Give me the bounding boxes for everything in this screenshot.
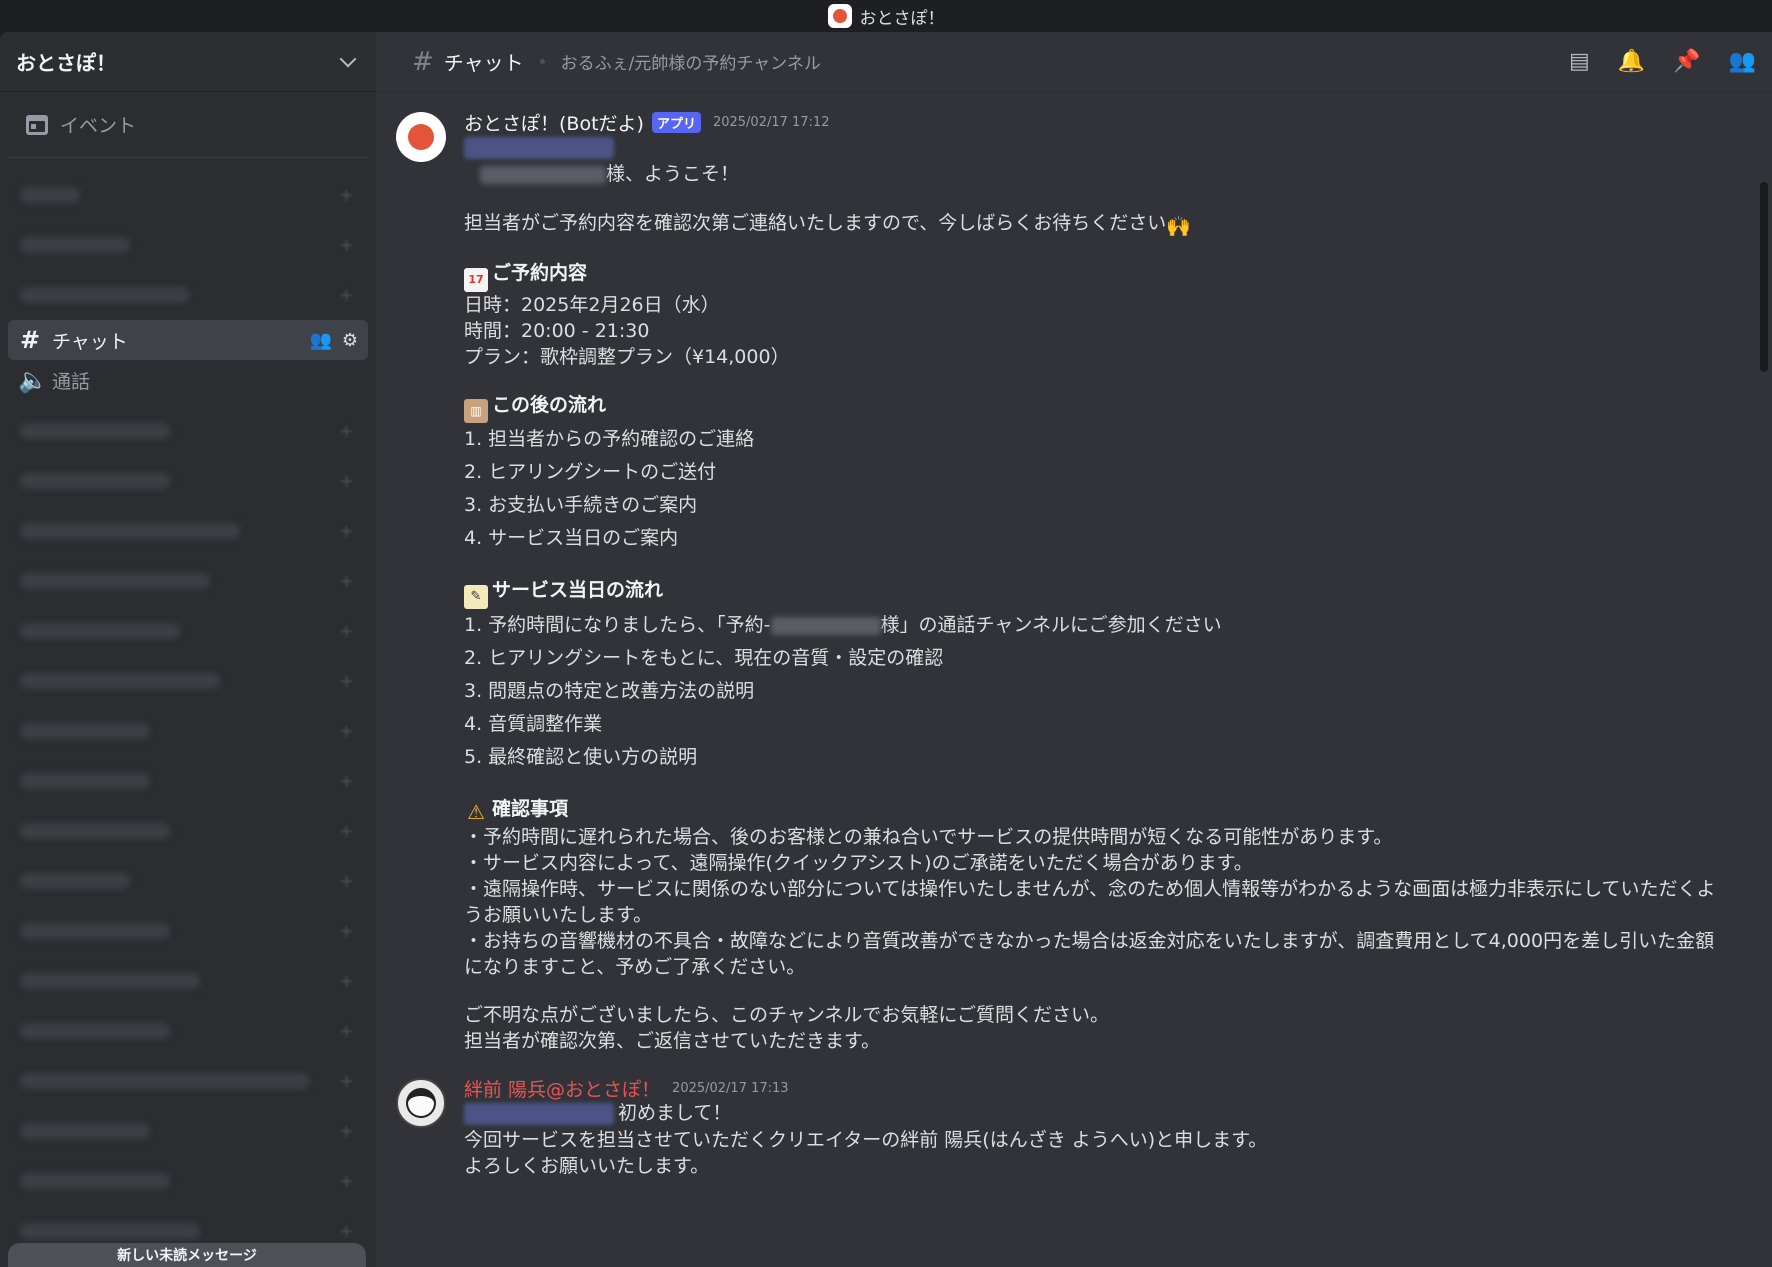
message-line: よろしくお願いいたします。 bbox=[464, 1155, 710, 1177]
invite-member-icon[interactable]: 👥 bbox=[309, 330, 331, 351]
server-header[interactable]: おとさぽ！ bbox=[0, 32, 376, 92]
channel-item-blurred[interactable]: + bbox=[0, 556, 376, 606]
members-icon[interactable]: 👥 bbox=[1729, 49, 1756, 74]
channel-item-blurred[interactable]: + bbox=[0, 1006, 376, 1056]
channel-header: # チャット おるふぇ/元帥様の予約チャンネル ▤ 🔔 📌 👥 bbox=[376, 32, 1772, 92]
reservation-line: プラン：歌枠調整プラン（¥14,000） bbox=[464, 346, 790, 368]
channel-item-blurred[interactable]: + bbox=[0, 506, 376, 556]
avatar[interactable] bbox=[396, 112, 446, 162]
calendar-icon bbox=[26, 114, 48, 135]
memo-icon: ✎ bbox=[464, 585, 488, 609]
channel-item-blurred[interactable]: + bbox=[0, 706, 376, 756]
confirm-heading: 確認事項 bbox=[492, 798, 569, 820]
raised-hands-icon: 🙌 bbox=[1166, 214, 1192, 238]
gear-icon[interactable]: ⚙ bbox=[342, 330, 358, 351]
channel-item-chat[interactable]: # チャット 👥 ⚙ bbox=[8, 320, 368, 360]
reservation-line: 日時：2025年2月26日（水） bbox=[464, 294, 720, 316]
closing-line: 担当者が確認次第、ご返信させていただきます。 bbox=[464, 1030, 881, 1052]
list-item: 3. お支払い手続きのご案内 bbox=[464, 494, 698, 516]
unread-messages-banner[interactable]: 新しい未読メッセージ bbox=[8, 1243, 366, 1267]
channel-item-blurred[interactable]: + bbox=[0, 606, 376, 656]
closing-line: ご不明な点がございましたら、このチャンネルでお気軽にご質問ください。 bbox=[464, 1004, 1110, 1026]
speaker-icon: 🔈 bbox=[18, 366, 48, 394]
events-button[interactable]: イベント bbox=[8, 92, 368, 158]
confirm-line: ・お持ちの音響機材の不具合・故障などにより音質改善ができなかった場合は返金対応を… bbox=[464, 930, 1715, 978]
confirm-line: ・予約時間に遅れられた場合、後のお客様との兼ね合いでサービスの提供時間が短くなる… bbox=[464, 826, 1393, 848]
hash-icon: # bbox=[412, 46, 434, 77]
message-line: 今回サービスを担当させていただくクリエイターの絆前 陽兵(はんざき ようへい)と… bbox=[464, 1129, 1268, 1151]
window-title: おとさぽ！ bbox=[859, 8, 945, 29]
message: 絆前 陽兵@おとさぽ！ 2025/02/17 17:13 初めまして！ 今回サー… bbox=[396, 1076, 1756, 1179]
channel-item-blurred[interactable]: + bbox=[0, 170, 376, 220]
message-author[interactable]: おとさぽ！(Botだよ) bbox=[464, 109, 644, 136]
calendar-icon: 17 bbox=[464, 268, 488, 292]
warning-icon: ⚠ bbox=[467, 800, 485, 824]
chat-main: # チャット おるふぇ/元帥様の予約チャンネル ▤ 🔔 📌 👥 おとさぽ！(Bo… bbox=[376, 32, 1772, 1267]
message: おとさぽ！(Botだよ) アプリ 2025/02/17 17:12 様、ようこそ… bbox=[396, 110, 1756, 1054]
app-badge: アプリ bbox=[651, 111, 701, 133]
message-list: おとさぽ！(Botだよ) アプリ 2025/02/17 17:12 様、ようこそ… bbox=[376, 92, 1756, 1267]
channel-item-blurred[interactable]: + bbox=[0, 806, 376, 856]
channel-item-blurred[interactable]: + bbox=[0, 220, 376, 270]
greeting-text: 初めまして！ bbox=[618, 1102, 732, 1124]
list-item: 1. 担当者からの予約確認のご連絡 bbox=[464, 428, 755, 450]
greeting-text: 様、ようこそ！ bbox=[606, 163, 740, 185]
list-item: 4. 音質調整作業 bbox=[464, 713, 603, 735]
avatar[interactable] bbox=[396, 1078, 446, 1128]
channel-label: チャット bbox=[52, 330, 128, 353]
confirm-line: ・サービス内容によって、遠隔操作(クイックアシスト)のご承諾をいただく場合があり… bbox=[464, 852, 1253, 874]
hash-icon: # bbox=[19, 326, 41, 354]
channel-item-blurred[interactable]: + bbox=[0, 1056, 376, 1106]
channel-item-blurred[interactable]: + bbox=[0, 756, 376, 806]
list-item: 5. 最終確認と使い方の説明 bbox=[464, 746, 698, 768]
channel-item-blurred[interactable]: + bbox=[0, 856, 376, 906]
channel-topic[interactable]: おるふぇ/元帥様の予約チャンネル bbox=[561, 49, 821, 74]
scrollbar-thumb[interactable] bbox=[1760, 182, 1768, 372]
channel-item-blurred[interactable]: + bbox=[0, 906, 376, 956]
window-titlebar: おとさぽ！ bbox=[0, 0, 1772, 32]
channel-item-blurred[interactable]: + bbox=[0, 456, 376, 506]
divider-dot bbox=[539, 59, 545, 64]
channel-sidebar: おとさぽ！ イベント + + + # チャット 👥 ⚙ 🔈 通話 + + + +… bbox=[0, 32, 376, 1267]
channel-item-blurred[interactable]: + bbox=[0, 270, 376, 320]
list-item: 2. ヒアリングシートをもとに、現在の音質・設定の確認 bbox=[464, 647, 944, 669]
list-item: 4. サービス当日のご案内 bbox=[464, 527, 679, 549]
reservation-line: 時間：20:00 - 21:30 bbox=[464, 320, 650, 342]
list-item: 3. 問題点の特定と改善方法の説明 bbox=[464, 680, 755, 702]
day-heading: サービス当日の流れ bbox=[492, 579, 664, 601]
app-logo-icon bbox=[827, 4, 852, 28]
message-author[interactable]: 絆前 陽兵@おとさぽ！ bbox=[464, 1075, 660, 1102]
clipboard-icon: ▥ bbox=[464, 399, 488, 423]
events-label: イベント bbox=[60, 115, 137, 137]
channel-label: 通話 bbox=[52, 370, 91, 393]
server-name: おとさぽ！ bbox=[16, 51, 116, 75]
message-timestamp: 2025/02/17 17:13 bbox=[672, 1080, 789, 1096]
flow-heading: この後の流れ bbox=[492, 394, 607, 416]
list-item: 1. 予約時間になりましたら、「予約- 様」の通話チャンネルにご参加ください bbox=[464, 614, 1222, 636]
channel-item-blurred[interactable]: + bbox=[0, 956, 376, 1006]
bell-icon[interactable]: 🔔 bbox=[1618, 49, 1645, 74]
chevron-down-icon[interactable] bbox=[339, 50, 357, 67]
confirm-line: ・遠隔操作時、サービスに関係のない部分については操作いたしませんが、念のため個人… bbox=[464, 878, 1716, 926]
mention-blurred[interactable] bbox=[464, 1102, 614, 1125]
channel-item-blurred[interactable]: + bbox=[0, 1156, 376, 1206]
list-item: 2. ヒアリングシートのご送付 bbox=[464, 461, 717, 483]
channel-title: チャット bbox=[443, 51, 524, 75]
mention-blurred[interactable] bbox=[464, 136, 614, 159]
channel-item-voice[interactable]: 🔈 通話 bbox=[8, 360, 368, 400]
channel-item-blurred[interactable]: + bbox=[0, 406, 376, 456]
message-timestamp: 2025/02/17 17:12 bbox=[712, 114, 830, 130]
threads-icon[interactable]: ▤ bbox=[1569, 49, 1590, 74]
intro-text: 担当者がご予約内容を確認次第ご連絡いたしますので、今しばらくお待ちください bbox=[464, 212, 1167, 234]
channel-item-blurred[interactable]: + bbox=[0, 656, 376, 706]
reservation-heading: ご予約内容 bbox=[492, 262, 588, 284]
pin-icon[interactable]: 📌 bbox=[1673, 49, 1700, 74]
channel-item-blurred[interactable]: + bbox=[0, 1106, 376, 1156]
